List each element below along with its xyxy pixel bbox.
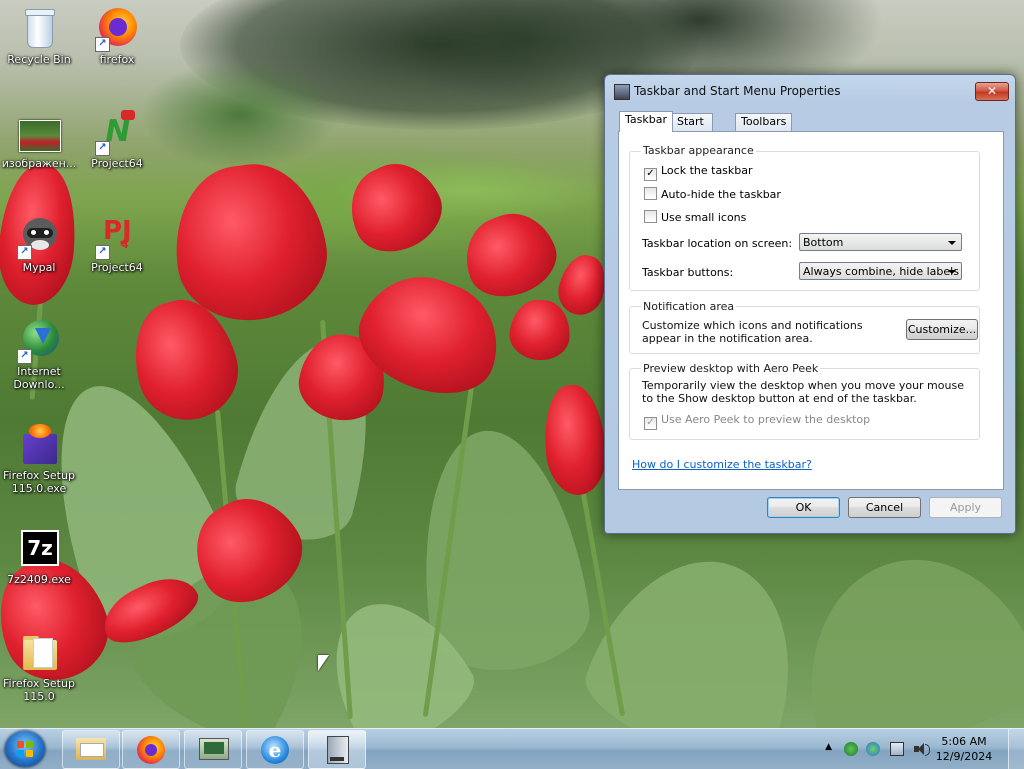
shortcut-arrow-icon: ↗	[95, 37, 110, 52]
internet-download-manager-tray-icon[interactable]	[866, 742, 880, 756]
chevron-down-icon	[948, 270, 956, 274]
clock[interactable]: 5:06 AM 12/9/2024	[934, 734, 994, 764]
desktop-icon-label: Firefox Setup 115.0.exe	[3, 469, 75, 495]
desktop-icon-firefox-setup-folder[interactable]: Firefox Setup 115.0	[0, 630, 78, 703]
auto-hide-taskbar-checkbox[interactable]: Auto-hide the taskbar	[644, 187, 781, 201]
installer-package-icon	[17, 422, 61, 466]
tab-panel-taskbar: Taskbar appearance ✓ Lock the taskbar Aut…	[618, 131, 1004, 490]
taskbar-ie-button[interactable]: e	[246, 730, 304, 769]
select-value: Bottom	[803, 236, 844, 249]
7zip-icon: 7z	[17, 526, 61, 570]
network-computer-icon	[199, 738, 229, 760]
taskbar-properties-dialog: Taskbar and Start Menu Properties ✕ Task…	[604, 74, 1016, 534]
desktop-icon-internet-download-manager[interactable]: ↗ Internet Downlo...	[0, 318, 78, 391]
show-desktop-button[interactable]	[1008, 729, 1024, 769]
taskbar-properties-icon	[327, 736, 349, 764]
desktop-icon-image[interactable]: изображен...	[0, 110, 78, 170]
desktop-icon-label: Firefox Setup 115.0	[3, 677, 75, 703]
desktop-icon-label: изображен...	[1, 157, 77, 170]
taskbar-buttons-label: Taskbar buttons:	[642, 266, 734, 279]
explorer-icon	[76, 738, 106, 760]
taskbar-network-button[interactable]	[184, 730, 242, 769]
internet-explorer-icon: e	[261, 736, 289, 764]
taskbar: e ▲ 5:06 AM 12/9/2024	[0, 728, 1024, 769]
customize-button[interactable]: Customize...	[906, 319, 978, 340]
internet-download-manager-icon: ↗	[17, 318, 61, 364]
desktop-icon-project64-2[interactable]: PJ 4 ↗ Project64	[78, 214, 156, 274]
chevron-down-icon	[948, 241, 956, 245]
taskbar-appearance-title: Taskbar appearance	[641, 144, 756, 157]
small-icons-checkbox[interactable]: Use small icons	[644, 210, 746, 224]
network-icon[interactable]	[890, 742, 904, 756]
firefox-icon: ↗	[95, 6, 139, 52]
tray-overflow-arrow-icon[interactable]: ▲	[825, 742, 832, 752]
desktop-icon-label: Mypal	[22, 261, 56, 274]
clock-date: 12/9/2024	[935, 750, 993, 763]
desktop-icon-7zip-exe[interactable]: 7z 7z2409.exe	[0, 526, 78, 586]
tab-taskbar[interactable]: Taskbar	[619, 111, 673, 132]
checkbox-checked-icon: ✓	[644, 417, 657, 430]
desktop-icon-project64[interactable]: N ↗ Project64	[78, 110, 156, 170]
taskbar-properties-icon	[614, 84, 630, 100]
project64-pj-icon: PJ 4 ↗	[95, 214, 139, 260]
lock-taskbar-checkbox[interactable]: ✓ Lock the taskbar	[644, 164, 753, 181]
image-file-icon	[17, 110, 61, 154]
taskbar-properties-window-button[interactable]	[308, 730, 366, 769]
desktop-icon-firefox-setup-exe[interactable]: Firefox Setup 115.0.exe	[0, 422, 78, 495]
desktop-icon-label: Project64	[91, 157, 143, 170]
dialog-title: Taskbar and Start Menu Properties	[634, 84, 841, 98]
shortcut-arrow-icon: ↗	[17, 245, 32, 260]
clock-time: 5:06 AM	[941, 735, 987, 748]
speaker-volume-icon[interactable]	[914, 742, 930, 756]
desktop-icon-label: 7z2409.exe	[7, 573, 71, 586]
taskbar-explorer-button[interactable]	[62, 730, 120, 769]
desktop-icon-label: Project64	[91, 261, 143, 274]
desktop-icon-label: Internet Downlo...	[13, 365, 65, 391]
desktop-icon-recycle-bin[interactable]: Recycle Bin	[0, 6, 78, 66]
select-value: Always combine, hide labels	[803, 265, 959, 278]
close-button[interactable]: ✕	[975, 82, 1009, 101]
firefox-icon	[137, 736, 165, 764]
desktop-icon-mypal[interactable]: ↗ Mypal	[0, 214, 78, 274]
project64-n64-icon: N ↗	[95, 110, 139, 156]
apply-button[interactable]: Apply	[929, 497, 1002, 518]
checkbox-label: Use small icons	[661, 211, 747, 224]
notification-area-title: Notification area	[641, 300, 737, 313]
checkbox-label: Use Aero Peek to preview the desktop	[661, 413, 871, 426]
desktop-icon-label: firefox	[99, 53, 135, 66]
shortcut-arrow-icon: ↗	[17, 349, 32, 364]
desktop-icon-label: Recycle Bin	[7, 53, 71, 66]
aero-peek-text: Temporarily view the desktop when you mo…	[642, 379, 964, 405]
checkbox-unchecked-icon	[644, 210, 657, 223]
action-center-flag-icon[interactable]	[844, 742, 858, 756]
mouse-cursor-icon	[318, 655, 329, 671]
checkbox-label: Auto-hide the taskbar	[661, 188, 781, 201]
help-link[interactable]: How do I customize the taskbar?	[632, 458, 812, 471]
taskbar-buttons-select[interactable]: Always combine, hide labels	[799, 262, 962, 280]
taskbar-location-label: Taskbar location on screen:	[642, 237, 793, 250]
tab-toolbars[interactable]: Toolbars	[735, 113, 793, 131]
start-button[interactable]	[5, 731, 45, 767]
folder-icon	[17, 630, 61, 674]
notification-area-text: Customize which icons and notifications …	[642, 319, 863, 345]
checkbox-label: Lock the taskbar	[661, 164, 753, 177]
taskbar-firefox-button[interactable]	[122, 730, 180, 769]
ok-button[interactable]: OK	[767, 497, 840, 518]
cancel-button[interactable]: Cancel	[848, 497, 921, 518]
checkbox-unchecked-icon	[644, 187, 657, 200]
checkbox-checked-icon: ✓	[644, 168, 657, 181]
shortcut-arrow-icon: ↗	[95, 245, 110, 260]
recycle-bin-icon	[17, 6, 61, 50]
desktop-icon-firefox[interactable]: ↗ firefox	[78, 6, 156, 66]
mypal-raccoon-icon: ↗	[17, 214, 61, 260]
aero-peek-title: Preview desktop with Aero Peek	[641, 362, 821, 375]
aero-peek-checkbox[interactable]: ✓ Use Aero Peek to preview the desktop	[644, 413, 870, 430]
tab-start-menu[interactable]: Start Menu	[671, 113, 714, 144]
taskbar-location-select[interactable]: Bottom	[799, 233, 962, 251]
shortcut-arrow-icon: ↗	[95, 141, 110, 156]
